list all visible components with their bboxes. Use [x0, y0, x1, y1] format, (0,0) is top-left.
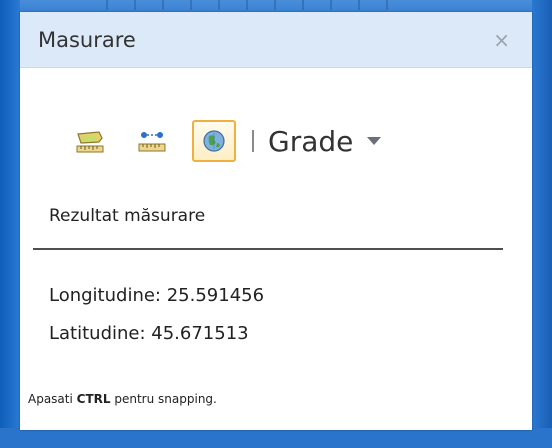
units-dropdown[interactable]: Grade: [268, 124, 382, 158]
background-bottom-edge: [0, 428, 552, 448]
snapping-hint: Apasati CTRL pentru snapping.: [28, 392, 217, 406]
location-measure-icon: [203, 130, 225, 152]
result-divider: [33, 248, 503, 250]
hint-key: CTRL: [76, 392, 111, 406]
longitude-readout: Longitudine: 25.591456: [49, 285, 265, 306]
units-selected: Grade: [268, 124, 354, 158]
background-right-edge: [532, 0, 552, 448]
hint-suffix: pentru snapping.: [114, 392, 217, 406]
chevron-down-icon: [367, 137, 382, 145]
background-left-edge: [0, 0, 20, 448]
close-icon[interactable]: ×: [485, 24, 518, 56]
hint-prefix: Apasati: [28, 392, 73, 406]
area-measure-button[interactable]: [68, 120, 112, 162]
latitude-readout: Latitudine: 45.671513: [49, 323, 249, 344]
distance-measure-button[interactable]: [130, 120, 174, 162]
map-ruler: [80, 0, 412, 10]
measure-toolbar: Grade: [68, 118, 382, 164]
area-measure-icon: [76, 131, 104, 153]
location-measure-button[interactable]: [192, 120, 236, 162]
panel-titlebar[interactable]: Masurare ×: [20, 12, 532, 68]
toolbar-separator: [252, 130, 254, 152]
distance-measure-icon: [138, 132, 166, 152]
panel-title: Masurare: [38, 27, 136, 52]
result-heading: Rezultat măsurare: [49, 206, 206, 226]
